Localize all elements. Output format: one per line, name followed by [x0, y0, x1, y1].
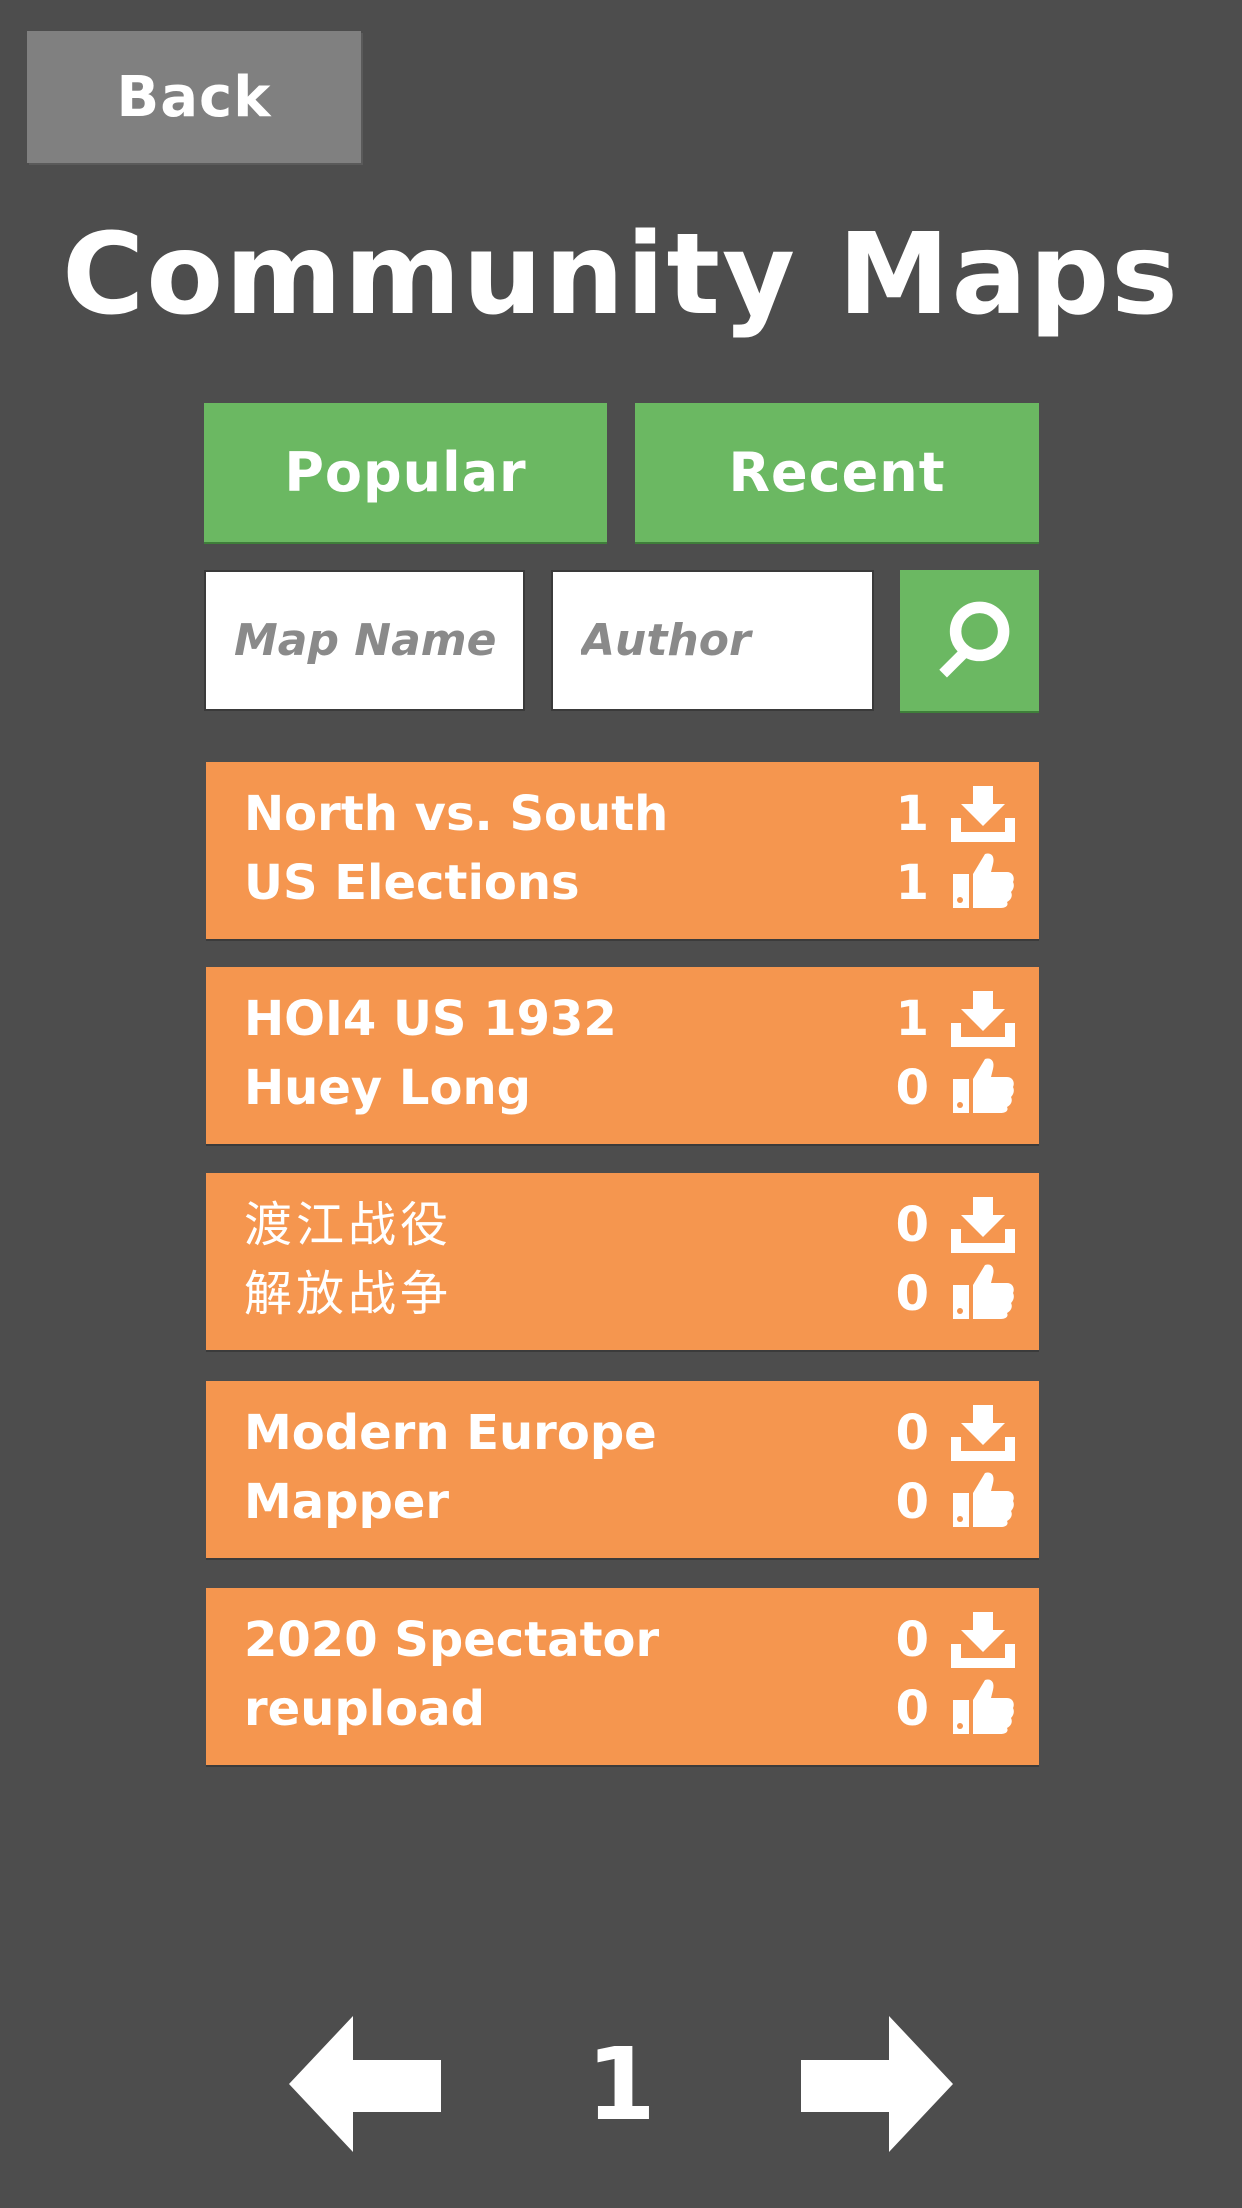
map-name: Modern Europe [244, 1405, 657, 1461]
popular-button-label: Popular [284, 441, 527, 504]
map-list-item[interactable]: Modern Europe Mapper 0 0 [206, 1381, 1039, 1558]
map-author: US Elections [244, 855, 580, 911]
map-name: North vs. South [244, 786, 669, 842]
download-icon [951, 1197, 1015, 1253]
download-icon [951, 1405, 1015, 1461]
search-button[interactable] [900, 570, 1039, 711]
thumbs-up-icon [953, 1264, 1014, 1319]
like-count: 0 [895, 1266, 929, 1322]
page-title: Community Maps [62, 210, 1180, 340]
map-author: Mapper [244, 1474, 450, 1530]
arrow-right-icon [801, 2016, 953, 2152]
recent-button[interactable]: Recent [635, 403, 1039, 542]
download-count: 0 [895, 1612, 929, 1668]
like-count: 0 [895, 1681, 929, 1737]
author-input[interactable] [553, 572, 872, 709]
map-list-item[interactable]: 2020 Spectator reupload 0 0 [206, 1588, 1039, 1765]
map-author: Huey Long [244, 1060, 531, 1116]
map-name: 2020 Spectator [244, 1612, 660, 1668]
download-count: 1 [895, 991, 929, 1047]
map-author: reupload [244, 1681, 485, 1737]
download-icon [951, 786, 1015, 842]
previous-page-button[interactable] [289, 2016, 441, 2152]
map-list-item[interactable]: HOI4 US 1932 Huey Long 1 0 [206, 967, 1039, 1144]
recent-button-label: Recent [728, 441, 946, 504]
thumbs-up-icon [953, 1058, 1014, 1113]
download-icon [951, 991, 1015, 1047]
back-button-label: Back [116, 64, 272, 130]
author-field-container [551, 570, 874, 711]
search-icon [938, 601, 1009, 677]
map-name: 渡江战役 [244, 1197, 453, 1253]
download-count: 1 [895, 786, 929, 842]
thumbs-up-icon [953, 1679, 1014, 1734]
map-name-input[interactable] [206, 572, 523, 709]
map-list-item[interactable]: 渡江战役 解放战争 0 0 [206, 1173, 1039, 1350]
popular-button[interactable]: Popular [204, 403, 607, 542]
like-count: 0 [895, 1060, 929, 1116]
like-count: 0 [895, 1474, 929, 1530]
download-count: 0 [895, 1197, 929, 1253]
thumbs-up-icon [953, 1472, 1014, 1527]
thumbs-up-icon [953, 853, 1014, 908]
map-author: 解放战争 [244, 1266, 453, 1322]
arrow-left-icon [289, 2016, 441, 2152]
like-count: 1 [895, 855, 929, 911]
download-count: 0 [895, 1405, 929, 1461]
map-list-item[interactable]: North vs. South US Elections 1 1 [206, 762, 1039, 939]
download-icon [951, 1612, 1015, 1668]
map-name: HOI4 US 1932 [244, 991, 617, 1047]
back-button[interactable]: Back [27, 31, 361, 163]
next-page-button[interactable] [801, 2016, 953, 2152]
page-number: 1 [586, 2025, 656, 2143]
map-name-field-container [204, 570, 525, 711]
